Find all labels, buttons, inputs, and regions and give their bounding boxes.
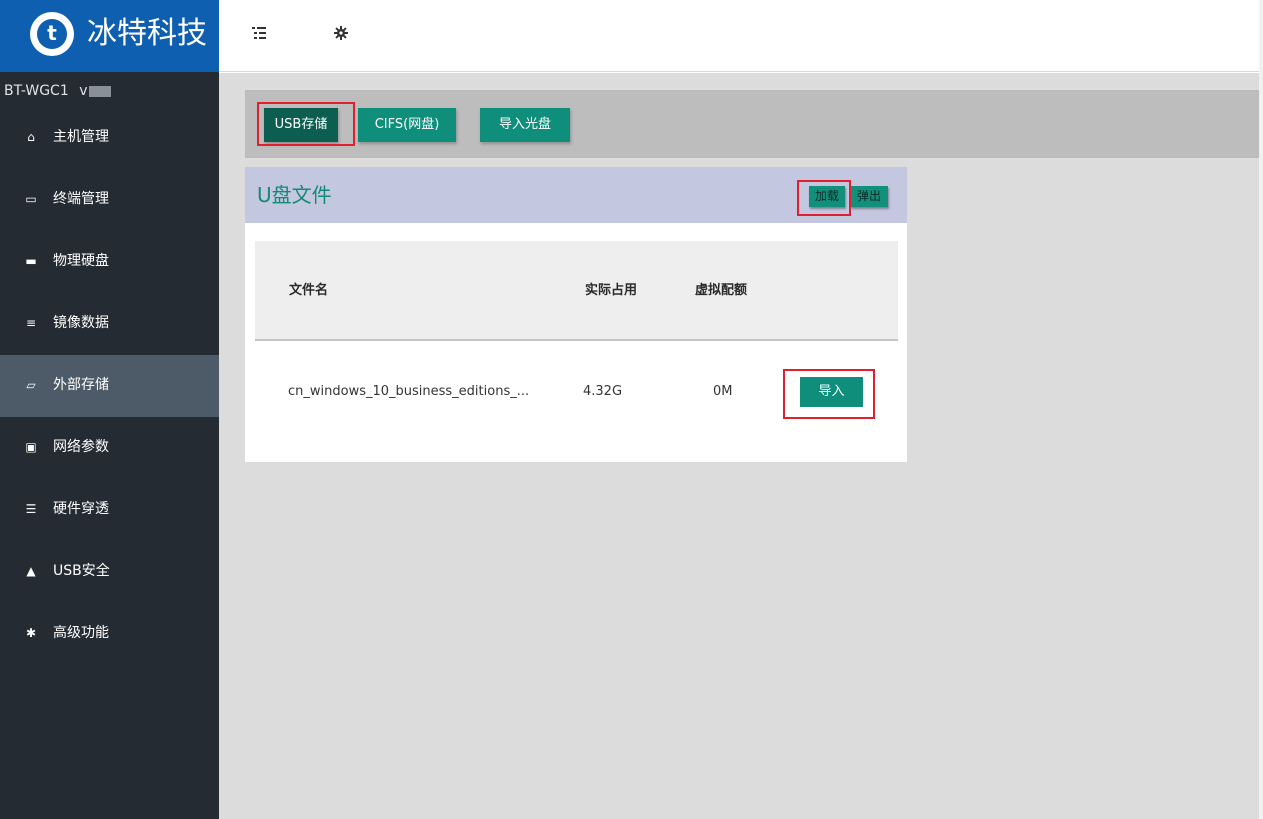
virtual-quota-cell: 0M: [713, 384, 733, 399]
home-icon: ⌂: [27, 130, 35, 144]
gear-icon: ✱: [25, 626, 37, 640]
panel-title: U盘文件: [257, 183, 332, 207]
database-icon: ≡: [25, 316, 37, 330]
lock-icon: ▲: [26, 564, 36, 578]
list-tree-icon: ☰: [25, 502, 37, 516]
actual-usage-cell: 4.32G: [583, 384, 623, 399]
sidebar: t 冰特科技 BT-WGC1 v ⌂ 主机管理 ▭ 终端管理 ▬ 物理硬盘 ≡ …: [0, 0, 219, 819]
hard-disk-icon: ▬: [25, 254, 37, 268]
device-version-prefix: v: [79, 83, 88, 99]
storage-toolbar: USB存储 CIFS(网盘) 导入光盘: [245, 90, 1259, 158]
import-cd-button[interactable]: 导入光盘: [480, 108, 570, 142]
sidebar-item-label: 网络参数: [53, 439, 109, 455]
eject-button[interactable]: 弹出: [850, 186, 888, 207]
sidebar-item-network-params[interactable]: ▣ 网络参数: [0, 417, 219, 479]
window-edge: [1259, 0, 1263, 819]
folder-icon: ▱: [26, 378, 36, 392]
device-info: BT-WGC1 v: [4, 82, 112, 100]
usb-file-panel: U盘文件 加载 弹出 文件名 实际占用 虚拟配额 cn_windows_10_b…: [245, 167, 907, 462]
sidebar-item-physical-disk[interactable]: ▬ 物理硬盘: [0, 231, 219, 293]
app-window: t 冰特科技 BT-WGC1 v ⌂ 主机管理 ▭ 终端管理 ▬ 物理硬盘 ≡ …: [0, 0, 1263, 819]
device-name: BT-WGC1: [4, 83, 69, 99]
sidebar-item-terminal-management[interactable]: ▭ 终端管理: [0, 169, 219, 231]
column-header-actual-usage: 实际占用: [585, 283, 638, 298]
tab-usb-storage[interactable]: USB存储: [264, 108, 338, 142]
file-name-cell: cn_windows_10_business_editions_...: [288, 384, 530, 399]
list-tree-icon[interactable]: [250, 26, 268, 44]
main-content: USB存储 CIFS(网盘) 导入光盘 U盘文件 加载 弹出 文件名 实际占用 …: [219, 73, 1259, 819]
brand-name: 冰特科技: [87, 16, 207, 51]
top-header: [219, 0, 1259, 72]
column-header-virtual-quota: 虚拟配额: [695, 283, 748, 298]
sidebar-item-label: 主机管理: [53, 129, 109, 145]
sidebar-item-label: 硬件穿透: [53, 501, 109, 517]
tab-cifs-network-disk[interactable]: CIFS(网盘): [358, 108, 456, 142]
network-port-icon: ▣: [25, 440, 37, 454]
sidebar-item-label: 镜像数据: [53, 315, 109, 331]
sidebar-item-label: USB安全: [53, 563, 110, 579]
sidebar-item-image-data[interactable]: ≡ 镜像数据: [0, 293, 219, 355]
table-header: 文件名 实际占用 虚拟配额: [255, 241, 898, 341]
column-header-filename: 文件名: [289, 283, 329, 298]
load-button[interactable]: 加载: [809, 186, 845, 207]
gear-icon[interactable]: [332, 26, 350, 44]
sidebar-item-label: 高级功能: [53, 625, 109, 641]
sidebar-item-label: 外部存储: [53, 377, 109, 393]
sidebar-item-usb-security[interactable]: ▲ USB安全: [0, 541, 219, 603]
sidebar-item-label: 物理硬盘: [53, 253, 109, 269]
sidebar-item-external-storage[interactable]: ▱ 外部存储: [0, 355, 219, 417]
brand-header: t 冰特科技: [0, 0, 219, 72]
import-button[interactable]: 导入: [800, 377, 863, 407]
panel-header: U盘文件 加载 弹出: [245, 167, 907, 223]
sidebar-item-hardware-passthrough[interactable]: ☰ 硬件穿透: [0, 479, 219, 541]
monitor-icon: ▭: [25, 192, 37, 206]
brand-logo: t: [30, 12, 74, 56]
logo-letter: t: [37, 19, 67, 49]
sidebar-item-advanced[interactable]: ✱ 高级功能: [0, 603, 219, 665]
sidebar-item-label: 终端管理: [53, 191, 109, 207]
redacted-version: [89, 85, 112, 97]
sidebar-item-host-management[interactable]: ⌂ 主机管理: [0, 107, 219, 169]
